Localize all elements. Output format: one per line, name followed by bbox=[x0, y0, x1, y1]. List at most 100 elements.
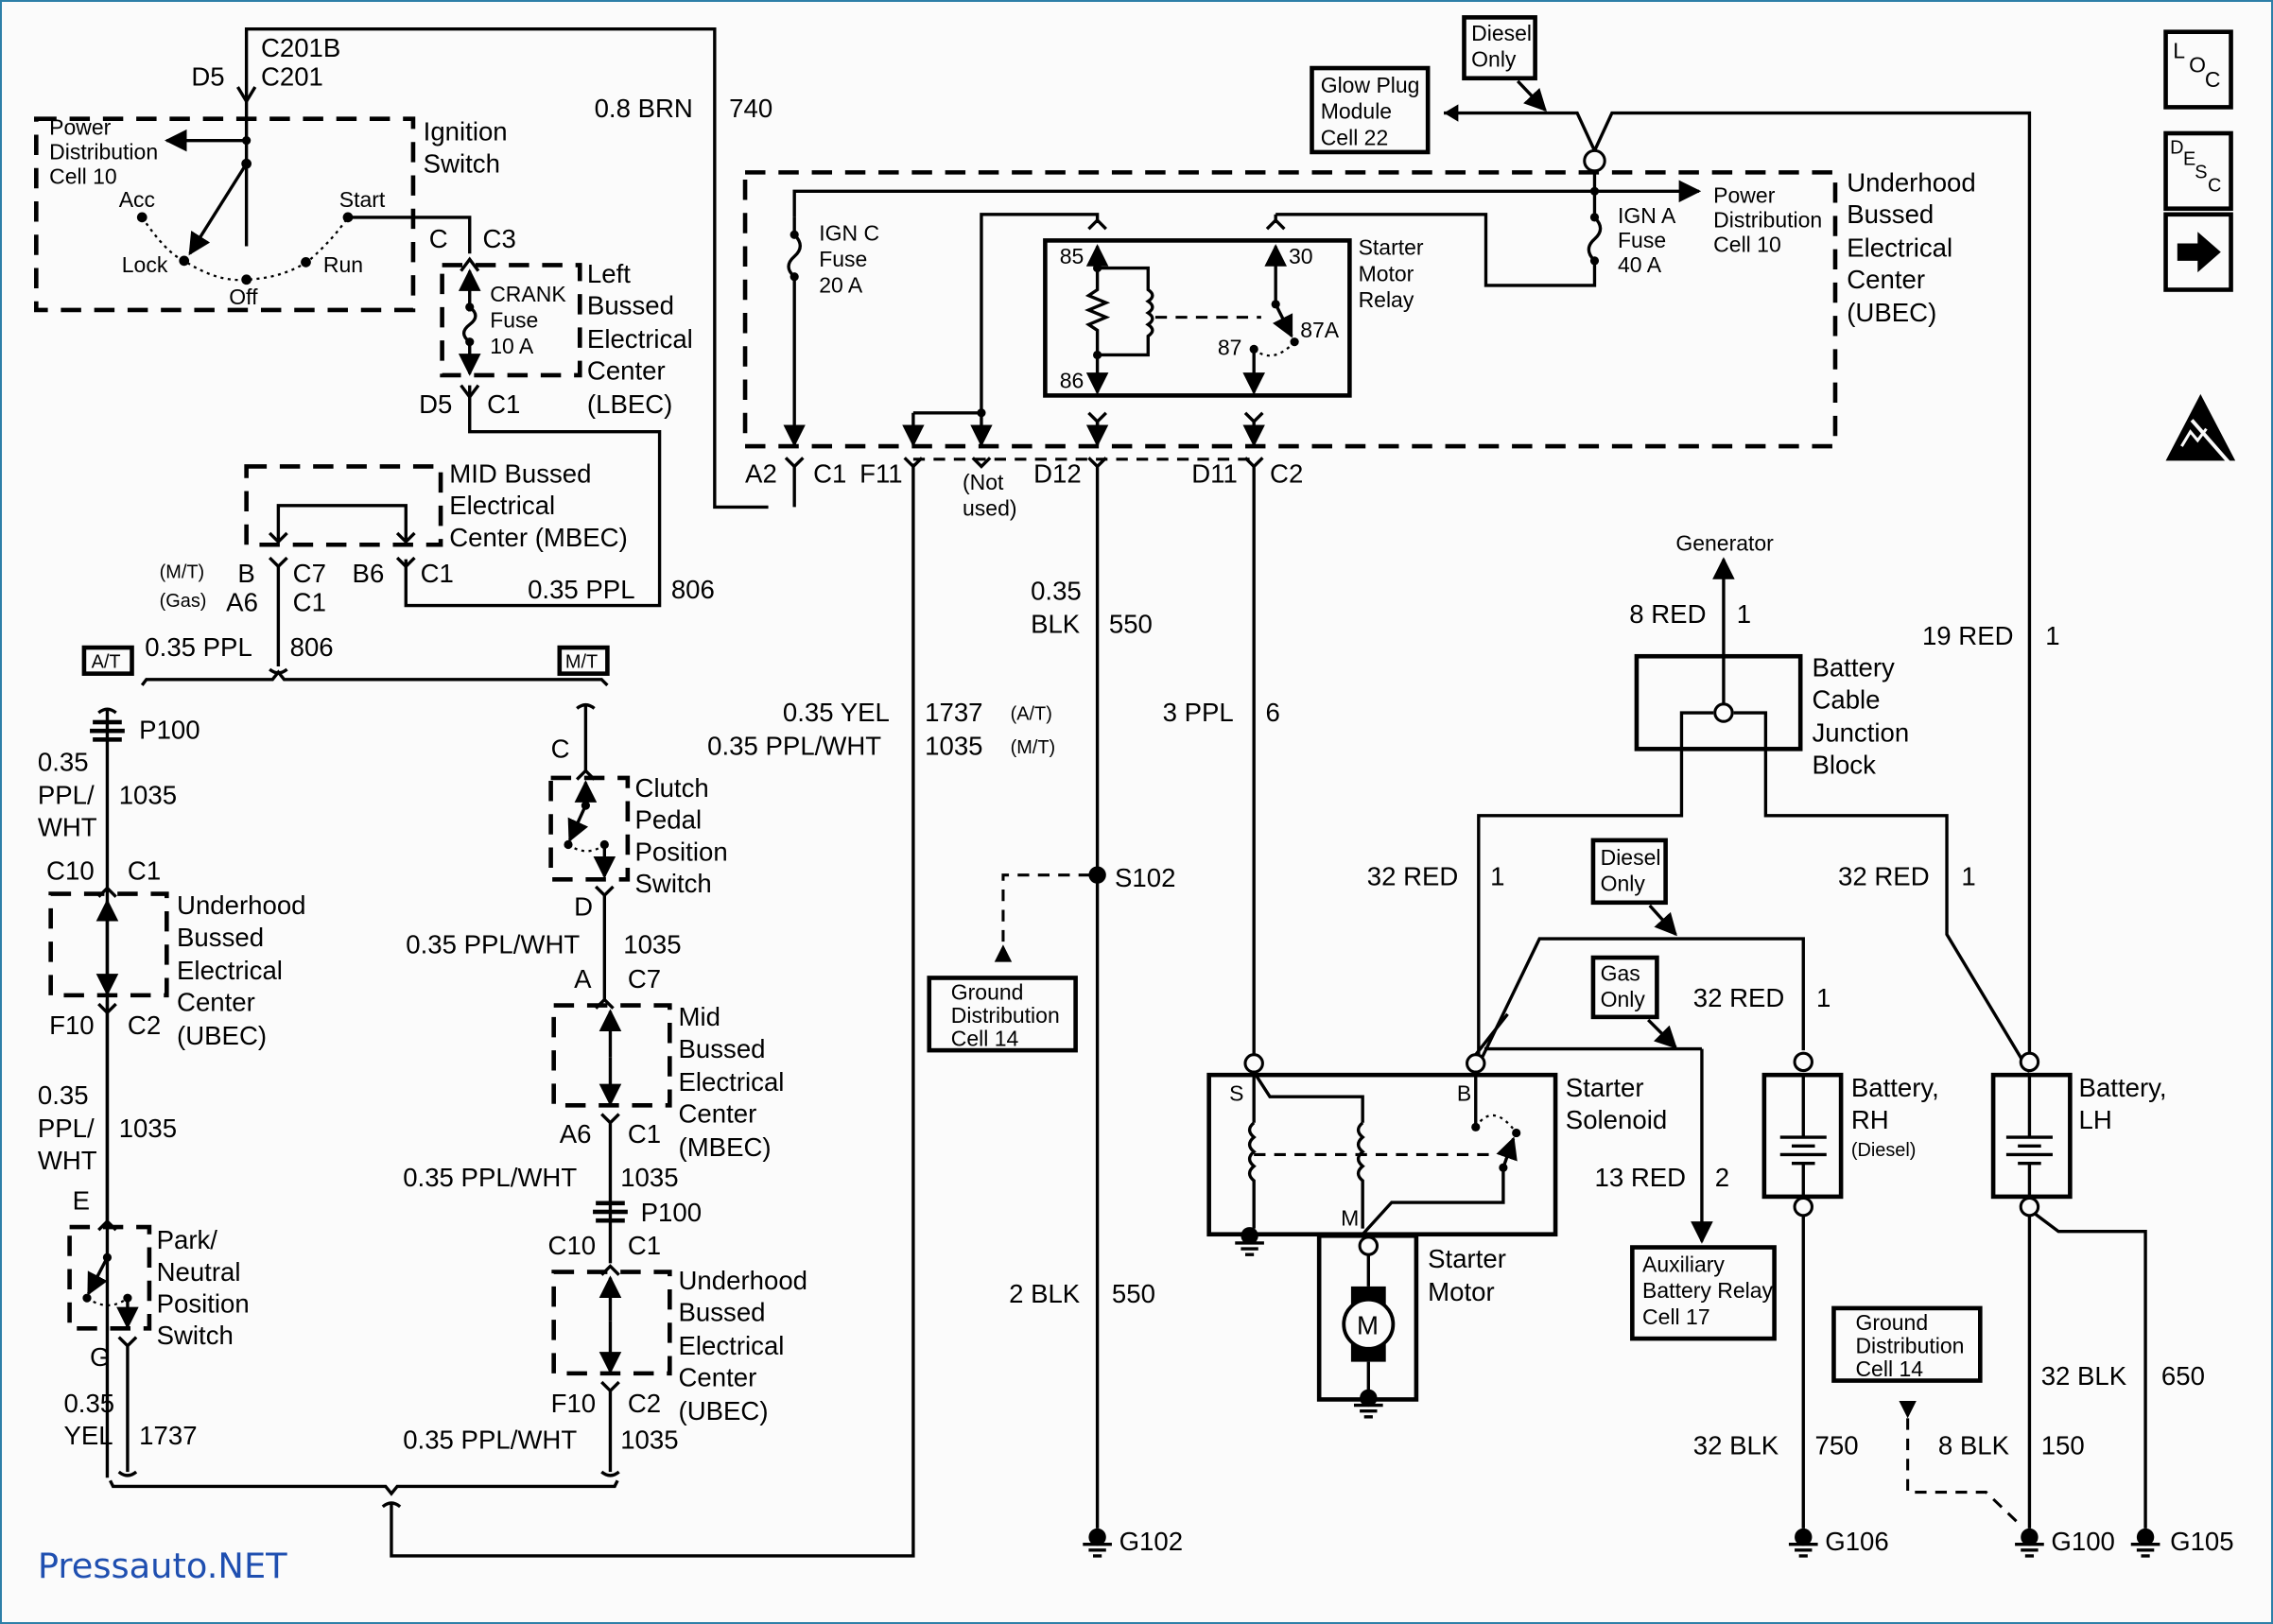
wire-circuit-label: 2 bbox=[1715, 1163, 1729, 1192]
pin-label: C10 bbox=[46, 855, 95, 885]
badge-label: Only bbox=[1601, 872, 1646, 896]
fuse-label: Fuse bbox=[1618, 228, 1666, 252]
wire-circuit-label: 1 bbox=[1490, 861, 1504, 890]
wire-gauge-label: 0.35 PPL bbox=[145, 632, 252, 662]
component-title: Center (MBEC) bbox=[449, 523, 628, 552]
power-distribution-label: Distribution bbox=[49, 140, 158, 164]
wire-gauge-label: 0.35 PPL/WHT bbox=[406, 929, 580, 959]
wire-circuit-label: 1 bbox=[1737, 599, 1751, 629]
reference-label: Module bbox=[1321, 99, 1392, 124]
ground-symbol-g106 bbox=[1788, 1528, 1818, 1558]
gas-only-badge: Gas Only bbox=[1590, 955, 1678, 1049]
desc-button[interactable]: D E S C bbox=[2163, 130, 2233, 211]
wire-circuit-label: 1 bbox=[1816, 983, 1831, 1012]
wire-gauge-label: 0.35 PPL/WHT bbox=[403, 1425, 577, 1455]
connector-label: C2 bbox=[128, 1011, 161, 1040]
pin-label: D12 bbox=[1033, 458, 1082, 488]
variant-note: (M/T) bbox=[160, 561, 205, 582]
wire-gauge-label: 32 RED bbox=[1838, 861, 1930, 890]
wire-circuit-label: 650 bbox=[2161, 1361, 2205, 1391]
pin-label: A6 bbox=[560, 1119, 592, 1149]
generator-label: Generator bbox=[1675, 530, 1774, 555]
variant-note: (Gas) bbox=[160, 591, 207, 612]
wire-circuit-label: 1737 bbox=[925, 698, 982, 727]
component-title: (MBEC) bbox=[679, 1132, 772, 1162]
component-title: Motor bbox=[1428, 1277, 1495, 1306]
at-badge-label: A/T bbox=[92, 652, 121, 673]
loc-icon-letter: O bbox=[2189, 53, 2206, 78]
pin-label: F10 bbox=[49, 1011, 95, 1040]
glow-plug-module-box: Glow Plug Module Cell 22 bbox=[1310, 65, 1431, 155]
reference-label: Cell 17 bbox=[1642, 1304, 1710, 1329]
connector-label: P100 bbox=[139, 716, 200, 745]
component-title: Center bbox=[587, 356, 666, 386]
component-title: Left bbox=[587, 259, 631, 288]
fuse-rating: 20 A bbox=[819, 273, 863, 298]
component-title: Electrical bbox=[449, 491, 555, 520]
connector-label: C201B bbox=[261, 33, 340, 62]
component-title: Park/ bbox=[157, 1225, 218, 1254]
pin-label: C bbox=[429, 224, 448, 253]
fuse-label: Fuse bbox=[819, 247, 867, 271]
wire-circuit-label: 750 bbox=[1815, 1431, 1859, 1460]
pin-label: A6 bbox=[226, 588, 258, 617]
clutch-switch-boundary bbox=[548, 775, 631, 882]
terminal-s bbox=[1243, 1053, 1264, 1074]
wire-gauge-label: 2 BLK bbox=[1009, 1279, 1081, 1308]
terminal-b bbox=[1466, 1053, 1486, 1074]
ground-symbol-solenoid bbox=[1235, 1227, 1264, 1256]
component-title: Underhood bbox=[1847, 167, 1975, 197]
at-branch: P100 0.35 PPL/ WHT 1035 C10 C1 Underhood… bbox=[38, 707, 306, 1478]
component-title: RH bbox=[1851, 1105, 1889, 1134]
component-title: (LBEC) bbox=[587, 389, 672, 419]
loc-button[interactable]: L O C bbox=[2163, 29, 2233, 110]
ground-distribution-box-right: Ground Distribution Cell 14 bbox=[1831, 1305, 2021, 1526]
variant-note: (A/T) bbox=[1011, 704, 1052, 725]
fuse-label: IGN C bbox=[819, 220, 879, 245]
component-title: Ignition bbox=[424, 117, 508, 147]
component-title: Underhood bbox=[177, 890, 305, 920]
ground-symbol-g105 bbox=[2130, 1528, 2160, 1558]
pin-label: G bbox=[90, 1342, 110, 1372]
component-title: Block bbox=[1812, 750, 1876, 779]
pin-label: D bbox=[574, 892, 593, 922]
pin-label: E bbox=[73, 1186, 90, 1216]
mt-branch: C Clutch Pedal Position Switch D 0.35 PP… bbox=[403, 702, 807, 1473]
auxiliary-battery-relay-box: Auxiliary Battery Relay Cell 17 bbox=[1630, 1245, 1777, 1341]
power-distribution-label: Power bbox=[1713, 183, 1776, 208]
relay-pin-87: 87 bbox=[1218, 335, 1242, 359]
power-distribution-label: Cell 10 bbox=[49, 164, 117, 189]
variant-note: (Diesel) bbox=[1851, 1140, 1917, 1161]
junction-terminal bbox=[1583, 148, 1606, 173]
connector-label: C2 bbox=[628, 1389, 661, 1418]
wire-circuit-label: 1 bbox=[2045, 621, 2059, 650]
ground-distribution-box-left: Ground Distribution Cell 14 bbox=[927, 976, 1078, 1053]
relay-pin-30: 30 bbox=[1289, 244, 1313, 268]
component-title: Battery, bbox=[1851, 1073, 1939, 1102]
component-title: Bussed bbox=[587, 291, 674, 320]
next-page-button[interactable] bbox=[2163, 212, 2233, 292]
wire-gauge-label: 32 RED bbox=[1367, 861, 1459, 890]
wire-gauge-label: YEL bbox=[63, 1421, 113, 1450]
component-title: Relay bbox=[1359, 287, 1414, 312]
fuse-label: Fuse bbox=[490, 307, 538, 332]
ground-label: G106 bbox=[1825, 1527, 1888, 1556]
relay-pin-85: 85 bbox=[1060, 244, 1084, 268]
not-used-note: (Not bbox=[963, 470, 1004, 494]
component-title: Underhood bbox=[679, 1266, 807, 1295]
component-title: (UBEC) bbox=[1847, 298, 1936, 327]
pin-label: B bbox=[237, 559, 254, 588]
ground-label: G105 bbox=[2170, 1527, 2233, 1556]
reference-label: Distribution bbox=[1855, 1333, 1964, 1357]
pin-label: D5 bbox=[191, 61, 224, 91]
pin-label: C10 bbox=[548, 1231, 597, 1260]
badge-label: Diesel bbox=[1471, 21, 1532, 45]
ground-label: G102 bbox=[1119, 1527, 1183, 1556]
mid-bussed-electrical-center-top: MID Bussed Electrical Center (MBEC) (M/T… bbox=[145, 458, 715, 666]
motor-symbol: M bbox=[1357, 1310, 1379, 1339]
component-title: Position bbox=[635, 837, 728, 866]
component-title: Battery bbox=[1812, 653, 1895, 682]
reference-label: Cell 22 bbox=[1321, 125, 1389, 149]
component-title: Starter bbox=[1359, 235, 1424, 260]
connector-label: C7 bbox=[293, 559, 326, 588]
